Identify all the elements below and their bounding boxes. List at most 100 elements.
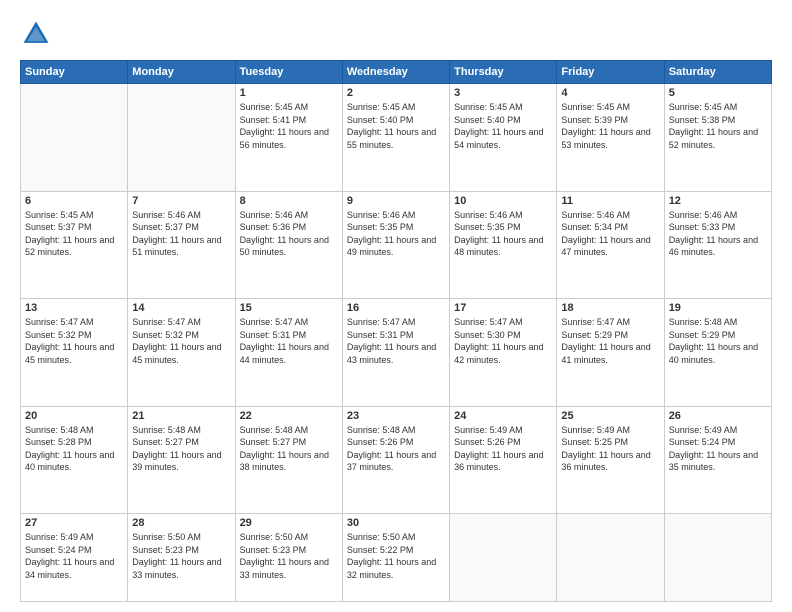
calendar-cell [21,84,128,192]
day-number: 30 [347,517,445,529]
day-number: 1 [240,87,338,99]
calendar-cell: 23Sunrise: 5:48 AMSunset: 5:26 PMDayligh… [342,406,449,514]
week-row-5: 27 Sunrise: 5:49 AMSunset: 5:24 PMDayligh… [21,514,772,602]
day-info: Sunrise: 5:45 AMSunset: 5:39 PMDaylight:… [561,101,659,151]
day-info: Sunrise: 5:47 AMSunset: 5:31 PMDaylight:… [240,316,338,366]
calendar-cell: 12 Sunrise: 5:46 AMSunset: 5:33 PMDayligh… [664,191,771,299]
calendar-cell [664,514,771,602]
day-number: 25 [561,410,659,422]
day-info: Sunrise: 5:46 AMSunset: 5:33 PMDaylight:… [669,209,767,259]
day-number: 13 [25,302,123,314]
day-info: Sunrise: 5:46 AMSunset: 5:35 PMDaylight:… [454,209,552,259]
day-info: Sunrise: 5:45 AMSunset: 5:37 PMDaylight:… [25,209,123,259]
week-row-2: 6 Sunrise: 5:45 AMSunset: 5:37 PMDaylight… [21,191,772,299]
day-info: Sunrise: 5:49 AMSunset: 5:24 PMDaylight:… [25,531,123,581]
week-row-4: 20 Sunrise: 5:48 AMSunset: 5:28 PMDayligh… [21,406,772,514]
day-number: 20 [25,410,123,422]
calendar-cell: 7Sunrise: 5:46 AMSunset: 5:37 PMDaylight… [128,191,235,299]
day-number: 15 [240,302,338,314]
week-row-3: 13 Sunrise: 5:47 AMSunset: 5:32 PMDayligh… [21,299,772,407]
calendar-cell: 11Sunrise: 5:46 AMSunset: 5:34 PMDayligh… [557,191,664,299]
day-number: 6 [25,195,123,207]
header [20,18,772,50]
calendar-cell: 20 Sunrise: 5:48 AMSunset: 5:28 PMDayligh… [21,406,128,514]
calendar-cell: 21 Sunrise: 5:48 AMSunset: 5:27 PMDayligh… [128,406,235,514]
day-info: Sunrise: 5:48 AMSunset: 5:27 PMDaylight:… [240,424,338,474]
calendar-table: SundayMondayTuesdayWednesdayThursdayFrid… [20,60,772,602]
weekday-header-row: SundayMondayTuesdayWednesdayThursdayFrid… [21,61,772,84]
calendar-cell: 27 Sunrise: 5:49 AMSunset: 5:24 PMDayligh… [21,514,128,602]
day-info: Sunrise: 5:50 AMSunset: 5:22 PMDaylight:… [347,531,445,581]
calendar-cell: 13 Sunrise: 5:47 AMSunset: 5:32 PMDayligh… [21,299,128,407]
day-number: 10 [454,195,552,207]
calendar-cell: 6 Sunrise: 5:45 AMSunset: 5:37 PMDaylight… [21,191,128,299]
weekday-header-wednesday: Wednesday [342,61,449,84]
calendar-cell [128,84,235,192]
calendar-cell: 4Sunrise: 5:45 AMSunset: 5:39 PMDaylight… [557,84,664,192]
day-info: Sunrise: 5:47 AMSunset: 5:32 PMDaylight:… [132,316,230,366]
weekday-header-monday: Monday [128,61,235,84]
day-info: Sunrise: 5:45 AMSunset: 5:40 PMDaylight:… [454,101,552,151]
day-number: 8 [240,195,338,207]
day-info: Sunrise: 5:45 AMSunset: 5:40 PMDaylight:… [347,101,445,151]
day-number: 26 [669,410,767,422]
calendar-cell: 29Sunrise: 5:50 AMSunset: 5:23 PMDayligh… [235,514,342,602]
day-number: 12 [669,195,767,207]
day-info: Sunrise: 5:50 AMSunset: 5:23 PMDaylight:… [240,531,338,581]
page: SundayMondayTuesdayWednesdayThursdayFrid… [0,0,792,612]
logo [20,18,56,50]
calendar-cell [450,514,557,602]
calendar-cell: 19 Sunrise: 5:48 AMSunset: 5:29 PMDayligh… [664,299,771,407]
calendar-cell: 17 Sunrise: 5:47 AMSunset: 5:30 PMDayligh… [450,299,557,407]
calendar-cell: 26Sunrise: 5:49 AMSunset: 5:24 PMDayligh… [664,406,771,514]
day-number: 21 [132,410,230,422]
day-info: Sunrise: 5:47 AMSunset: 5:29 PMDaylight:… [561,316,659,366]
calendar-cell: 28 Sunrise: 5:50 AMSunset: 5:23 PMDayligh… [128,514,235,602]
week-row-1: 1Sunrise: 5:45 AMSunset: 5:41 PMDaylight… [21,84,772,192]
day-info: Sunrise: 5:45 AMSunset: 5:38 PMDaylight:… [669,101,767,151]
weekday-header-friday: Friday [557,61,664,84]
day-number: 16 [347,302,445,314]
day-number: 3 [454,87,552,99]
day-info: Sunrise: 5:49 AMSunset: 5:26 PMDaylight:… [454,424,552,474]
day-info: Sunrise: 5:46 AMSunset: 5:36 PMDaylight:… [240,209,338,259]
calendar-cell: 10 Sunrise: 5:46 AMSunset: 5:35 PMDayligh… [450,191,557,299]
day-number: 23 [347,410,445,422]
day-number: 19 [669,302,767,314]
day-info: Sunrise: 5:50 AMSunset: 5:23 PMDaylight:… [132,531,230,581]
calendar-cell: 25 Sunrise: 5:49 AMSunset: 5:25 PMDayligh… [557,406,664,514]
calendar-cell: 3 Sunrise: 5:45 AMSunset: 5:40 PMDaylight… [450,84,557,192]
logo-icon [20,18,52,50]
calendar-cell: 5 Sunrise: 5:45 AMSunset: 5:38 PMDaylight… [664,84,771,192]
day-number: 22 [240,410,338,422]
day-info: Sunrise: 5:48 AMSunset: 5:28 PMDaylight:… [25,424,123,474]
calendar-cell: 15 Sunrise: 5:47 AMSunset: 5:31 PMDayligh… [235,299,342,407]
day-info: Sunrise: 5:46 AMSunset: 5:35 PMDaylight:… [347,209,445,259]
weekday-header-tuesday: Tuesday [235,61,342,84]
day-info: Sunrise: 5:49 AMSunset: 5:25 PMDaylight:… [561,424,659,474]
calendar-cell: 22 Sunrise: 5:48 AMSunset: 5:27 PMDayligh… [235,406,342,514]
day-number: 14 [132,302,230,314]
day-info: Sunrise: 5:48 AMSunset: 5:29 PMDaylight:… [669,316,767,366]
calendar-cell: 1Sunrise: 5:45 AMSunset: 5:41 PMDaylight… [235,84,342,192]
calendar-cell [557,514,664,602]
day-number: 18 [561,302,659,314]
day-info: Sunrise: 5:47 AMSunset: 5:31 PMDaylight:… [347,316,445,366]
day-number: 17 [454,302,552,314]
day-number: 24 [454,410,552,422]
weekday-header-thursday: Thursday [450,61,557,84]
calendar-cell: 8 Sunrise: 5:46 AMSunset: 5:36 PMDaylight… [235,191,342,299]
day-info: Sunrise: 5:46 AMSunset: 5:37 PMDaylight:… [132,209,230,259]
weekday-header-saturday: Saturday [664,61,771,84]
day-number: 28 [132,517,230,529]
calendar-cell: 9 Sunrise: 5:46 AMSunset: 5:35 PMDaylight… [342,191,449,299]
day-info: Sunrise: 5:47 AMSunset: 5:32 PMDaylight:… [25,316,123,366]
day-number: 5 [669,87,767,99]
day-info: Sunrise: 5:47 AMSunset: 5:30 PMDaylight:… [454,316,552,366]
day-number: 27 [25,517,123,529]
day-info: Sunrise: 5:48 AMSunset: 5:27 PMDaylight:… [132,424,230,474]
day-number: 9 [347,195,445,207]
calendar-cell: 2 Sunrise: 5:45 AMSunset: 5:40 PMDaylight… [342,84,449,192]
day-info: Sunrise: 5:46 AMSunset: 5:34 PMDaylight:… [561,209,659,259]
day-number: 2 [347,87,445,99]
